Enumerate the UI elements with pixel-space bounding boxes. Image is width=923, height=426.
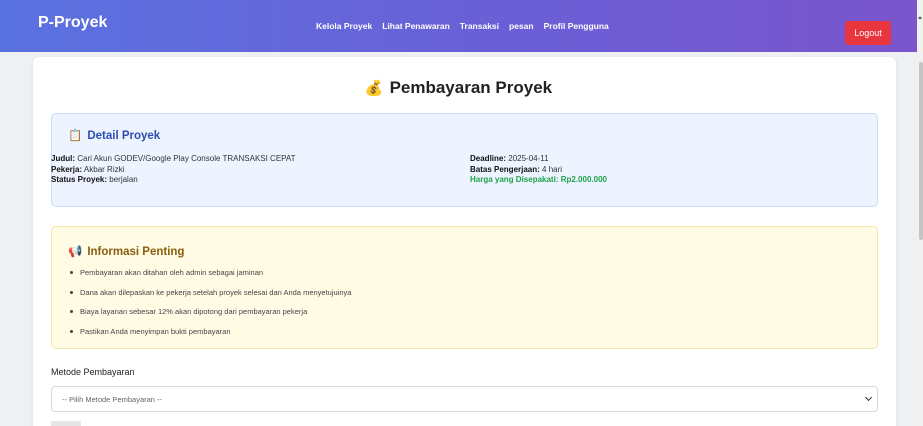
pekerja-value: Akbar Rizki xyxy=(83,164,125,174)
deadline-row: Deadline: 2025-04-11 xyxy=(470,154,607,165)
batas-label: Batas Pengerjaan: xyxy=(470,164,540,174)
pekerja-row: Pekerja: Akbar Rizki xyxy=(51,165,296,176)
top-navbar: P-Proyek Kelola Proyek Lihat Penawaran T… xyxy=(0,0,917,52)
status-value: berjalan xyxy=(109,175,138,184)
scroll-thumb[interactable] xyxy=(919,62,923,240)
detail-left-rows: Judul: Cari Akun GODEV/Google Play Conso… xyxy=(51,154,296,186)
info-heading: 📢 Informasi Penting xyxy=(68,244,184,258)
batas-row: Batas Pengerjaan: 4 hari xyxy=(470,165,607,176)
nav-links: Kelola Proyek Lihat Penawaran Transaksi … xyxy=(316,0,609,52)
pekerja-label: Pekerja: xyxy=(51,164,83,174)
info-list-item: Dana akan dilepaskan ke pekerja setelah … xyxy=(70,288,351,308)
scroll-up-icon[interactable] xyxy=(918,16,922,19)
judul-label: Judul: xyxy=(51,154,75,163)
logout-button[interactable]: Logout xyxy=(845,21,891,45)
batas-value: 4 hari xyxy=(542,164,563,174)
detail-heading-text: Detail Proyek xyxy=(87,130,161,142)
judul-value: Cari Akun GODEV/Google Play Console TRAN… xyxy=(77,154,296,163)
info-list-item: Pastikan Anda menyimpan bukti pembayaran xyxy=(70,327,351,347)
info-list-item: Pembayaran akan ditahan oleh admin sebag… xyxy=(70,268,351,288)
important-info-box: 📢 Informasi Penting Pembayaran akan ditah… xyxy=(51,226,878,349)
judul-row: Judul: Cari Akun GODEV/Google Play Conso… xyxy=(51,154,296,165)
status-label: Status Proyek: xyxy=(51,175,108,184)
payment-method-select[interactable]: -- Pilih Metode Pembayaran -- xyxy=(51,386,878,412)
nav-link-pesan[interactable]: pesan xyxy=(509,21,534,31)
harga-value: Rp2.000.000 xyxy=(560,175,607,184)
megaphone-icon: 📢 xyxy=(68,246,83,258)
nav-link-kelola-proyek[interactable]: Kelola Proyek xyxy=(316,21,372,31)
deadline-label: Deadline: xyxy=(470,154,507,163)
info-list: Pembayaran akan ditahan oleh admin sebag… xyxy=(70,268,351,346)
nav-link-transaksi[interactable]: Transaksi xyxy=(460,21,499,31)
page-title-text: Pembayaran Proyek xyxy=(389,78,553,97)
deadline-value: 2025-04-11 xyxy=(508,154,549,163)
payment-method-selected: -- Pilih Metode Pembayaran -- xyxy=(62,394,163,404)
harga-row: Harga yang Disepakati: Rp2.000.000 xyxy=(470,175,607,186)
payment-method-label: Metode Pembayaran xyxy=(51,367,135,377)
detail-right-rows: Deadline: 2025-04-11 Batas Pengerjaan: 4… xyxy=(470,154,607,186)
chevron-down-icon xyxy=(864,393,873,402)
info-heading-text: Informasi Penting xyxy=(87,246,185,258)
money-bag-icon: 💰 xyxy=(364,80,384,97)
next-field-label-cut xyxy=(51,421,81,426)
detail-heading: 📋 Detail Proyek xyxy=(68,128,160,142)
clipboard-icon: 📋 xyxy=(68,130,83,142)
nav-link-profil-pengguna[interactable]: Profil Pengguna xyxy=(544,21,609,31)
status-row: Status Proyek: berjalan xyxy=(51,175,296,186)
brand-logo[interactable]: P-Proyek xyxy=(38,14,107,32)
page-title: 💰 Pembayaran Proyek xyxy=(0,78,917,98)
info-list-item: Biaya layanan sebesar 12% akan dipotong … xyxy=(70,307,351,327)
page-scrollbar[interactable] xyxy=(917,0,923,426)
harga-label: Harga yang Disepakati: xyxy=(470,175,559,184)
nav-link-lihat-penawaran[interactable]: Lihat Penawaran xyxy=(382,21,450,31)
